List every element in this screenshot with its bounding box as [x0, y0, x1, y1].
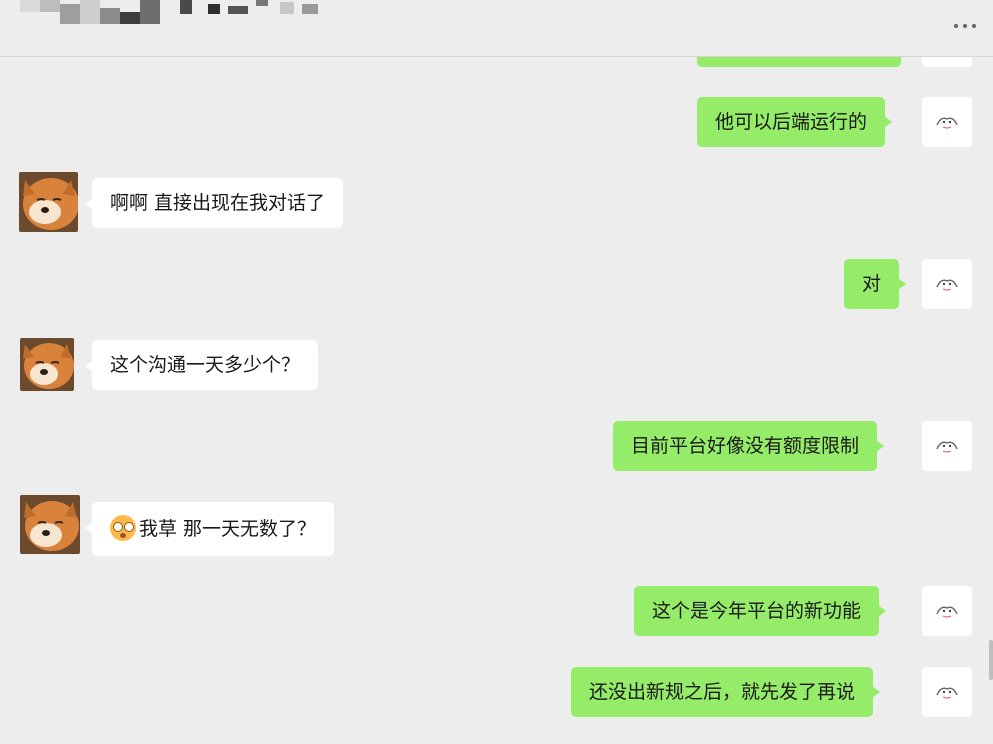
chat-subtitle-redacted — [180, 0, 320, 16]
shiba-dog-avatar-icon — [20, 338, 74, 391]
my-avatar[interactable] — [922, 57, 972, 67]
avatar-doodle-icon — [936, 687, 958, 699]
shiba-dog-avatar-icon — [19, 172, 78, 232]
message-list[interactable]: 他可以后端运行的 啊啊 直接出现在我对话了 对 这个沟通一天多少个？ 目前平台好… — [0, 57, 993, 744]
message-bubble-contact[interactable]: 这个沟通一天多少个？ — [84, 340, 319, 390]
contact-avatar[interactable] — [19, 172, 78, 232]
scrollbar-thumb[interactable] — [989, 640, 993, 680]
message-bubble-contact[interactable]: 我草 那一天无数了？ — [84, 502, 335, 556]
chat-title-redacted — [20, 0, 160, 24]
message-text: 我草 那一天无数了？ — [139, 518, 317, 540]
shiba-dog-avatar-icon — [20, 495, 80, 554]
message-bubble-mine[interactable]: 这个是今年平台的新功能 — [634, 586, 887, 636]
my-avatar[interactable] — [922, 586, 972, 636]
message-bubble-mine[interactable]: 还没出新规之后，就先发了再说 — [571, 667, 881, 717]
my-avatar[interactable] — [922, 97, 972, 147]
avatar-doodle-icon — [936, 117, 958, 129]
message-bubble-mine[interactable]: 对 — [844, 259, 907, 309]
flushed-face-emoji — [110, 515, 136, 541]
avatar-doodle-icon — [936, 441, 958, 453]
message-bubble-mine[interactable] — [697, 57, 901, 67]
message-bubble-mine[interactable]: 目前平台好像没有额度限制 — [613, 421, 885, 471]
my-avatar[interactable] — [922, 421, 972, 471]
message-bubble-mine[interactable]: 他可以后端运行的 — [697, 97, 893, 147]
more-dots-icon[interactable] — [945, 14, 985, 38]
my-avatar[interactable] — [922, 259, 972, 309]
contact-avatar[interactable] — [20, 338, 74, 391]
message-bubble-contact[interactable]: 啊啊 直接出现在我对话了 — [84, 178, 344, 228]
my-avatar[interactable] — [922, 667, 972, 717]
contact-avatar[interactable] — [20, 495, 80, 554]
chat-header — [0, 0, 993, 57]
avatar-doodle-icon — [936, 279, 958, 291]
avatar-doodle-icon — [936, 606, 958, 618]
